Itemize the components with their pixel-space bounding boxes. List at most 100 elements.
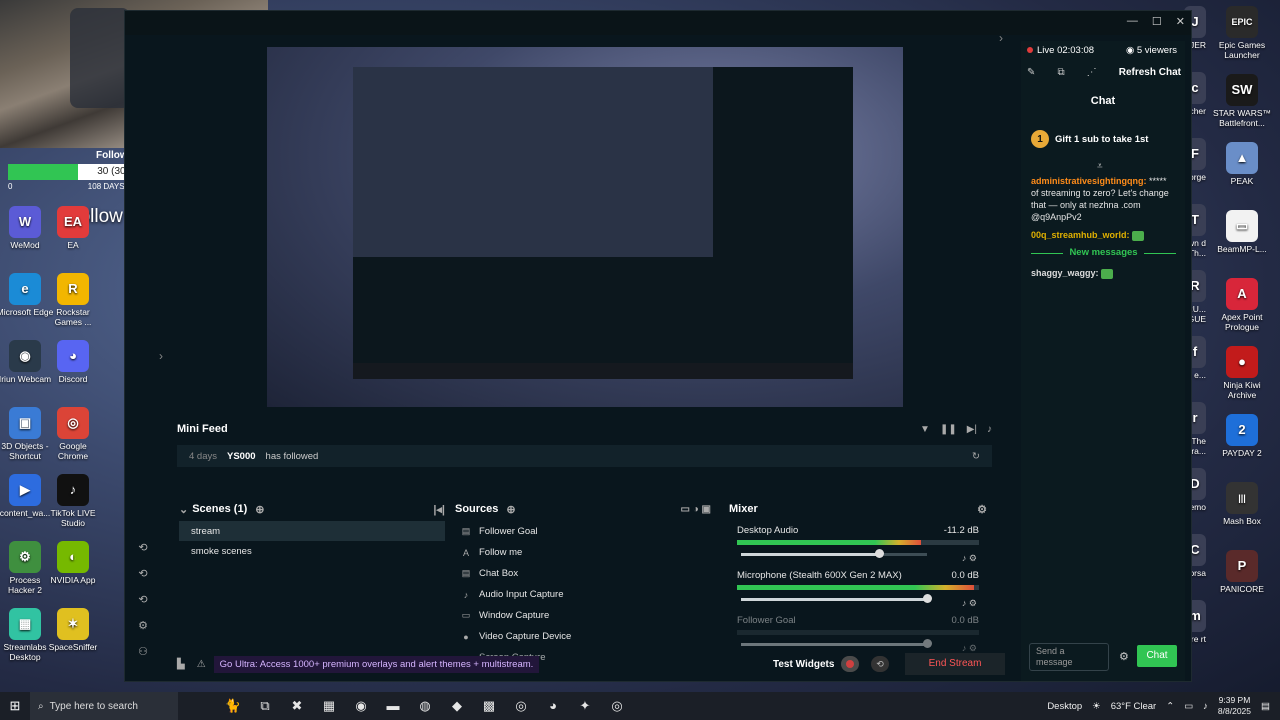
volume-fader-knob[interactable] [874, 549, 884, 558]
mute-icon[interactable]: ♪ [962, 553, 969, 563]
filter-icon[interactable]: ▼ [920, 424, 930, 435]
add-source-icon[interactable]: ⊕ [506, 503, 515, 516]
minecraft-icon[interactable]: ▩ [480, 698, 498, 714]
layout-icon[interactable]: ⟲ [138, 567, 147, 580]
close-icon[interactable]: ✕ [1176, 15, 1185, 28]
mute-icon[interactable]: ♪ [962, 643, 969, 653]
maximize-icon[interactable]: ☐ [1152, 15, 1162, 28]
refresh-chat-button[interactable]: Refresh Chat [1119, 67, 1181, 78]
themes-icon[interactable]: ⟲ [138, 593, 147, 606]
desktop-icon[interactable]: SW STAR WARS™ Battlefront... [1212, 74, 1272, 128]
chat-username[interactable]: administrativesightingqng: [1031, 176, 1147, 186]
profile-icon[interactable]: ⚇ [138, 645, 148, 658]
chrome-icon[interactable]: ◎ [608, 698, 626, 714]
desktop-icon[interactable]: EA EA [44, 206, 102, 250]
chat-message[interactable]: 00q_streamhub_world: [1031, 229, 1176, 241]
sub-leaderboard-banner[interactable]: 1 Gift 1 sub to take 1st [1031, 125, 1171, 153]
cat-icon[interactable]: 🐈 [224, 698, 242, 714]
replay-buffer-icon[interactable]: ⟲ [871, 656, 889, 672]
chrome-icon[interactable]: ◎ [512, 698, 530, 714]
desktop-icon[interactable]: A Apex Point Prologue [1212, 278, 1272, 332]
add-scene-icon[interactable]: ⊕ [255, 503, 264, 516]
webcam-icon[interactable]: ◉ [352, 698, 370, 714]
chat-username[interactable]: 00q_streamhub_world: [1031, 230, 1130, 240]
mute-icon[interactable]: ♪ [962, 598, 969, 608]
window-titlebar[interactable]: — ☐ ✕ [125, 11, 1191, 35]
taskbar-search[interactable]: ⌕ Type here to search [30, 692, 178, 720]
desktop-icon[interactable]: ✶ SpaceSniffer [44, 608, 102, 652]
desktop-icon[interactable]: ● Ninja Kiwi Archive [1212, 346, 1272, 400]
chat-username[interactable]: shaggy_waggy: [1031, 268, 1099, 278]
end-stream-button[interactable]: End Stream [905, 653, 1005, 675]
desktop-icon[interactable]: EPIC Epic Games Launcher [1212, 6, 1272, 60]
mini-feed-event[interactable]: 4 days YS000 has followed ↻ [177, 445, 992, 467]
chevron-up-icon[interactable]: ⌃ [1166, 701, 1174, 712]
scene-item[interactable]: smoke scenes [179, 541, 445, 561]
chat-message[interactable]: administrativesightingqng: ***** of stre… [1031, 175, 1176, 223]
source-item[interactable]: ▤ Follower Goal [455, 521, 711, 542]
gear-icon[interactable]: ⚙ [969, 553, 977, 563]
source-tools-icon[interactable]: ▭ ◑ ▣ [681, 504, 712, 515]
desktop-icon[interactable]: ◎ Google Chrome [44, 407, 102, 461]
desktop-icon[interactable]: ||| Mash Box [1212, 482, 1272, 526]
chat-send-button[interactable]: Chat [1137, 645, 1177, 667]
chat-settings-icon[interactable]: ⚙ [1119, 650, 1129, 663]
weather-text[interactable]: 63°F Clear [1111, 701, 1157, 712]
weather-icon[interactable]: ☀ [1092, 701, 1101, 712]
source-item[interactable]: ♪ Audio Input Capture [455, 584, 711, 605]
share-icon[interactable]: ⋰ [1087, 67, 1097, 78]
app-icon[interactable]: ✦ [576, 698, 594, 714]
ultra-promo-link[interactable]: Go Ultra: Access 1000+ premium overlays … [213, 655, 540, 673]
scene-item[interactable]: stream [179, 521, 445, 541]
gear-icon[interactable]: ⚙ [969, 643, 977, 653]
desktop-icon[interactable]: ◐ NVIDIA App [44, 541, 102, 585]
volume-fader[interactable] [741, 594, 932, 603]
xbox-icon[interactable]: ✖ [288, 698, 306, 714]
popout-icon[interactable]: ⧉ [1057, 67, 1064, 78]
steam-icon[interactable]: ◍ [416, 698, 434, 714]
roblox-icon[interactable]: ◆ [448, 698, 466, 714]
task-view-icon[interactable]: ⧉ [256, 698, 274, 714]
stats-icon[interactable]: ▙ [177, 659, 185, 670]
volume-icon[interactable]: ♪ [987, 424, 992, 435]
stream-preview[interactable] [267, 47, 903, 407]
streamlabs-icon[interactable]: ▦ [320, 698, 338, 714]
source-item[interactable]: ▤ Chat Box [455, 563, 711, 584]
volume-fader[interactable] [741, 549, 927, 558]
record-icon[interactable] [841, 656, 859, 672]
transition-icon[interactable]: |◂| [433, 503, 445, 516]
desktop-icon[interactable]: ◕ Discord [44, 340, 102, 384]
test-widgets-button[interactable]: Test Widgets [773, 659, 834, 670]
chevron-right-icon[interactable]: › [999, 31, 1003, 45]
warning-icon[interactable]: ⚠ [197, 659, 206, 670]
source-item[interactable]: ▭ Window Capture [455, 605, 711, 626]
chevron-down-icon[interactable]: ⩡ [1097, 161, 1103, 172]
volume-fader-knob[interactable] [923, 594, 932, 603]
pause-icon[interactable]: ❚❚ [940, 424, 957, 435]
minimize-icon[interactable]: — [1127, 15, 1138, 28]
desktop-icon[interactable]: 2 PAYDAY 2 [1212, 414, 1272, 458]
volume-icon[interactable]: ♪ [1203, 701, 1208, 712]
desktop-icon[interactable]: ▲ PEAK [1212, 142, 1272, 186]
desktop-icon[interactable]: P PANICORE [1212, 550, 1272, 594]
network-icon[interactable]: ▭ [1184, 701, 1193, 712]
settings-icon[interactable]: ⚙ [138, 619, 148, 632]
new-messages-divider[interactable]: New messages [1031, 247, 1176, 259]
chat-input[interactable]: Send a message [1029, 643, 1109, 671]
gear-icon[interactable]: ⚙ [977, 503, 987, 516]
chevron-right-icon[interactable]: › [159, 349, 163, 363]
desktop-toolbar[interactable]: Desktop [1047, 701, 1082, 712]
desktop-icon[interactable]: ▭ BeamMP-L... [1212, 210, 1272, 254]
studio-mode-icon[interactable]: ⟲ [138, 541, 147, 554]
skip-icon[interactable]: ▶| [967, 424, 977, 435]
edit-icon[interactable]: ✎ [1027, 67, 1035, 78]
windows-start-icon[interactable]: ⊞ [0, 698, 30, 714]
file-explorer-icon[interactable]: ▬ [384, 698, 402, 714]
volume-fader-knob[interactable] [923, 639, 932, 648]
desktop-icon[interactable]: R Rockstar Games ... [44, 273, 102, 327]
volume-fader[interactable] [741, 639, 932, 648]
source-item[interactable]: A Follow me [455, 542, 711, 563]
repeat-icon[interactable]: ↻ [972, 451, 980, 462]
discord-icon[interactable]: ◕ [544, 698, 562, 714]
desktop-icon[interactable]: ♪ TikTok LIVE Studio [44, 474, 102, 528]
